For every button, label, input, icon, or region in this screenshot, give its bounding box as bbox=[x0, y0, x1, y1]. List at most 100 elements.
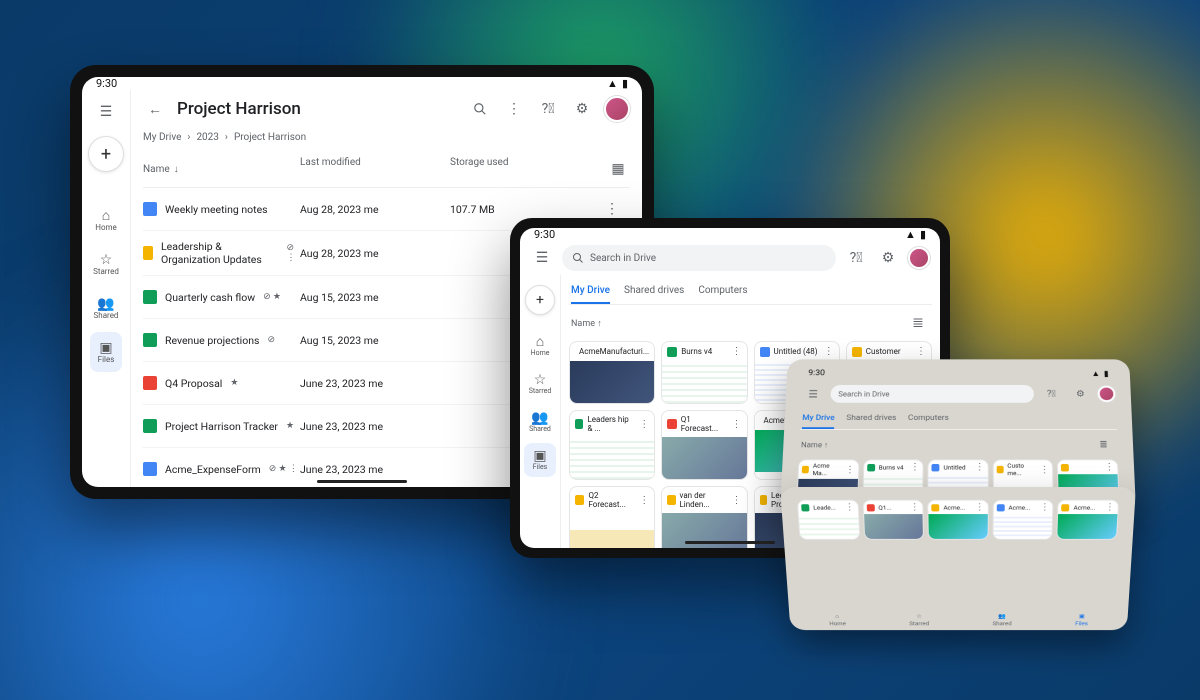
menu-icon[interactable]: ☰ bbox=[90, 96, 122, 128]
sheets-icon bbox=[867, 464, 875, 471]
avatar[interactable] bbox=[604, 96, 630, 122]
settings-icon[interactable]: ⚙ bbox=[876, 246, 900, 270]
rail-files[interactable]: ▣Files bbox=[524, 443, 556, 477]
file-card[interactable]: Leaders hip & ... ⋮ bbox=[569, 410, 655, 480]
card-more-icon[interactable]: ⋮ bbox=[653, 346, 655, 357]
view-toggle-icon[interactable]: ▦ bbox=[606, 157, 630, 181]
search-input[interactable]: Search in Drive bbox=[830, 385, 1034, 403]
tab-shared-drives[interactable]: Shared drives bbox=[624, 281, 684, 304]
card-more-icon[interactable]: ⋮ bbox=[844, 502, 854, 512]
rail-files[interactable]: ▣Files bbox=[90, 332, 122, 372]
sort-label[interactable]: Name ↑ bbox=[801, 440, 828, 448]
card-more-icon[interactable]: ⋮ bbox=[1040, 464, 1050, 474]
avatar[interactable] bbox=[908, 247, 930, 269]
file-card[interactable]: Q2 Forecast...⋮ bbox=[569, 486, 655, 548]
nav-starred[interactable]: ☆Starred bbox=[909, 613, 929, 627]
tab-my-drive[interactable]: My Drive bbox=[571, 281, 610, 304]
nav-rail: ☰ + ⌂Home ☆Starred 👥Shared ▣Files bbox=[82, 90, 131, 487]
col-name[interactable]: Name ↓ bbox=[143, 157, 300, 181]
home-icon: ⌂ bbox=[835, 613, 839, 620]
rail-starred[interactable]: ☆Starred bbox=[524, 367, 556, 401]
settings-icon[interactable]: ⚙ bbox=[1068, 383, 1092, 404]
file-card[interactable]: Leade...⋮ bbox=[797, 500, 860, 540]
card-more-icon[interactable]: ⋮ bbox=[732, 346, 742, 357]
new-button[interactable]: + bbox=[525, 285, 555, 315]
breadcrumb[interactable]: My Drive› 2023› Project Harrison bbox=[143, 128, 630, 151]
back-icon[interactable]: ← bbox=[143, 97, 167, 121]
file-card[interactable]: Acme...⋮ bbox=[1057, 500, 1120, 540]
home-indicator[interactable] bbox=[685, 541, 775, 544]
file-name: Weekly meeting notes bbox=[165, 203, 268, 216]
tab-computers[interactable]: Computers bbox=[698, 281, 747, 304]
new-button[interactable]: + bbox=[88, 136, 124, 172]
nav-home[interactable]: ⌂Home bbox=[829, 613, 846, 627]
thumbnail bbox=[993, 514, 1052, 539]
docs-icon bbox=[143, 202, 157, 216]
search-icon[interactable] bbox=[468, 97, 492, 121]
folder-icon: ▣ bbox=[1079, 613, 1085, 620]
file-badges: ⊘ ★ bbox=[263, 292, 281, 302]
view-toggle-icon[interactable]: ≣ bbox=[1091, 434, 1115, 456]
page-title: Project Harrison bbox=[177, 99, 301, 119]
card-more-icon[interactable]: ⋮ bbox=[639, 419, 649, 430]
card-more-icon[interactable]: ⋮ bbox=[910, 462, 920, 472]
folder-icon: ▣ bbox=[533, 449, 546, 463]
file-name: Acme_ExpenseForm bbox=[165, 463, 261, 476]
sort-label[interactable]: Name ↑ bbox=[571, 318, 602, 329]
card-more-icon[interactable]: ⋮ bbox=[1104, 462, 1114, 472]
help-icon[interactable]: ?⃝ bbox=[536, 97, 560, 121]
file-card[interactable]: Acme... ⋮ bbox=[992, 500, 1054, 540]
col-storage[interactable]: Storage used bbox=[450, 157, 600, 181]
rail-shared[interactable]: 👥Shared bbox=[90, 288, 122, 328]
card-more-icon[interactable]: ⋮ bbox=[1040, 502, 1050, 512]
file-card[interactable]: Burns v4 ⋮ bbox=[661, 341, 747, 404]
view-toggle-icon[interactable]: ≣ bbox=[906, 311, 930, 335]
card-title: Acme... bbox=[1008, 504, 1030, 511]
slides-icon bbox=[143, 246, 153, 260]
sheets-icon bbox=[143, 419, 157, 433]
menu-icon[interactable]: ☰ bbox=[530, 246, 554, 270]
tab-shared-drives[interactable]: Shared drives bbox=[846, 411, 896, 429]
file-card[interactable]: Acme...⋮ bbox=[927, 500, 988, 540]
card-more-icon[interactable]: ⋮ bbox=[732, 419, 742, 430]
card-more-icon[interactable]: ⋮ bbox=[975, 462, 985, 472]
home-icon: ⌂ bbox=[102, 209, 110, 223]
rail-home[interactable]: ⌂Home bbox=[524, 329, 556, 363]
home-indicator[interactable] bbox=[317, 480, 407, 483]
menu-icon[interactable]: ☰ bbox=[801, 383, 825, 404]
file-badges: ★ bbox=[230, 378, 238, 388]
rail-starred[interactable]: ☆Starred bbox=[90, 244, 122, 284]
pdf-icon bbox=[866, 504, 874, 511]
card-more-icon[interactable]: ⋮ bbox=[910, 502, 920, 512]
file-card[interactable]: Q1 Forecast...⋮ bbox=[661, 410, 747, 480]
file-name: Q4 Proposal bbox=[165, 377, 222, 390]
avatar[interactable] bbox=[1098, 386, 1116, 402]
tab-my-drive[interactable]: My Drive bbox=[802, 411, 835, 429]
file-badges: ⊘ bbox=[267, 335, 275, 345]
rail-home[interactable]: ⌂Home bbox=[90, 200, 122, 240]
card-more-icon[interactable]: ⋮ bbox=[1105, 502, 1115, 512]
file-card[interactable]: AcmeManufacturi...⋮ bbox=[569, 341, 655, 404]
card-title: Leaders hip & ... bbox=[587, 415, 635, 433]
card-more-icon[interactable]: ⋮ bbox=[639, 495, 649, 506]
card-more-icon[interactable]: ⋮ bbox=[732, 495, 742, 506]
clock: 9:30 bbox=[808, 369, 825, 378]
settings-icon[interactable]: ⚙ bbox=[570, 97, 594, 121]
help-icon[interactable]: ?⃝ bbox=[1040, 383, 1064, 404]
file-card[interactable]: Q1...⋮ bbox=[862, 500, 924, 540]
nav-shared[interactable]: 👥Shared bbox=[992, 613, 1011, 627]
card-more-icon[interactable]: ⋮ bbox=[975, 502, 985, 512]
card-more-icon[interactable]: ⋮ bbox=[845, 464, 855, 474]
more-icon[interactable]: ⋮ bbox=[502, 97, 526, 121]
search-input[interactable]: Search in Drive bbox=[562, 245, 836, 271]
help-icon[interactable]: ?⃝ bbox=[844, 246, 868, 270]
nav-files[interactable]: ▣Files bbox=[1075, 613, 1089, 627]
tab-computers[interactable]: Computers bbox=[908, 411, 949, 429]
slides-icon bbox=[1061, 464, 1069, 471]
modified-cell: June 23, 2023 me bbox=[300, 377, 450, 390]
card-title: Burns v4 bbox=[681, 347, 712, 356]
col-modified[interactable]: Last modified bbox=[300, 157, 450, 181]
file-card[interactable]: van der Linden...⋮ bbox=[661, 486, 747, 548]
rail-shared[interactable]: 👥Shared bbox=[524, 405, 556, 439]
people-icon: 👥 bbox=[97, 297, 114, 311]
